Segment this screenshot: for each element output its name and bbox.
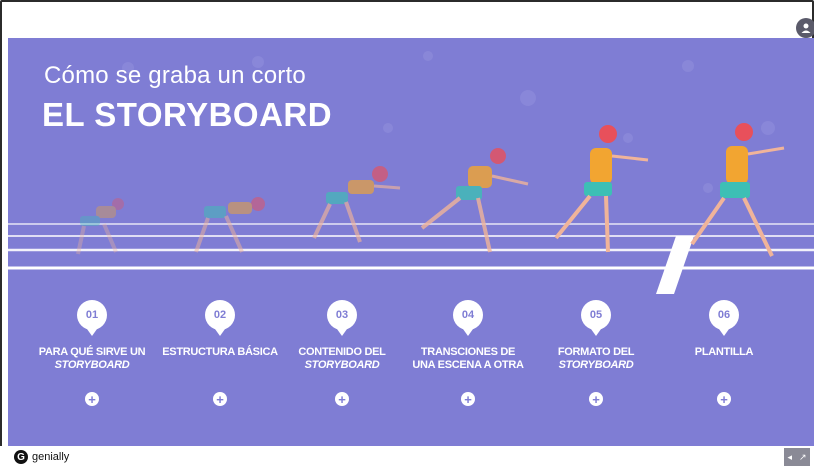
- menu-item-03[interactable]: 03 CONTENIDO DEL STORYBOARD +: [282, 300, 402, 406]
- menu-item-06[interactable]: 06 PLANTILLA +: [664, 300, 784, 406]
- item-label: CONTENIDO DEL STORYBOARD: [298, 346, 386, 371]
- item-label: TRANSCIONES DE UNA ESCENA A OTRA: [412, 346, 524, 371]
- item-number: 06: [709, 300, 739, 336]
- genially-logo-icon: G: [14, 450, 28, 464]
- item-number: 04: [453, 300, 483, 336]
- genially-logo[interactable]: G genially: [14, 450, 69, 464]
- item-number: 03: [327, 300, 357, 336]
- item-label: PLANTILLA: [694, 346, 754, 358]
- runner-3: [312, 166, 401, 243]
- user-circle-icon[interactable]: [796, 18, 814, 38]
- menu-item-04[interactable]: 04 TRANSCIONES DE UNA ESCENA A OTRA +: [408, 300, 528, 406]
- plus-circle-icon[interactable]: +: [213, 392, 227, 406]
- menu-item-02[interactable]: 02 ESTRUCTURA BÁSICA +: [160, 300, 280, 406]
- footer-bar: [0, 446, 814, 468]
- expand-icon[interactable]: ↗: [799, 452, 807, 463]
- menu-item-05[interactable]: 05 FORMATO DEL STORYBOARD +: [536, 300, 656, 406]
- item-number: 02: [205, 300, 235, 336]
- slide-subtitle: Cómo se graba un corto: [44, 62, 306, 89]
- footer-controls: ◂ ↗: [784, 448, 810, 466]
- plus-circle-icon[interactable]: +: [589, 392, 603, 406]
- item-label: FORMATO DEL STORYBOARD: [557, 346, 635, 371]
- plus-circle-icon[interactable]: +: [461, 392, 475, 406]
- menu-item-01[interactable]: 01 PARA QUÉ SIRVE UN STORYBOARD +: [32, 300, 152, 406]
- runner-1: [76, 198, 124, 255]
- plus-circle-icon[interactable]: +: [717, 392, 731, 406]
- brand-name: genially: [32, 451, 70, 463]
- plus-circle-icon[interactable]: +: [85, 392, 99, 406]
- item-label: ESTRUCTURA BÁSICA: [162, 346, 278, 358]
- item-number: 05: [581, 300, 611, 336]
- runner-5: [554, 125, 649, 253]
- slide-title: EL STORYBOARD: [42, 96, 333, 133]
- item-label: PARA QUÉ SIRVE UN STORYBOARD: [38, 346, 146, 371]
- share-icon[interactable]: ◂: [787, 452, 792, 463]
- plus-circle-icon[interactable]: +: [335, 392, 349, 406]
- item-number: 01: [77, 300, 107, 336]
